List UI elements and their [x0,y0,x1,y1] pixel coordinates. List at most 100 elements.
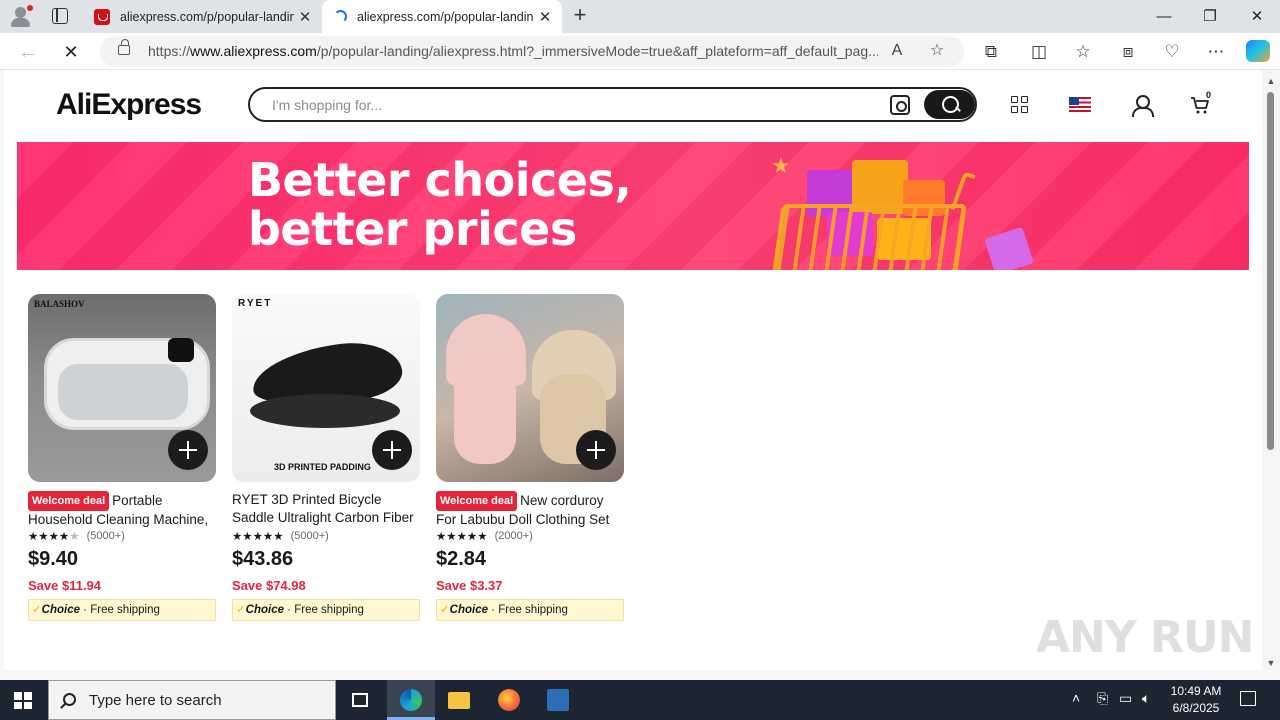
shopping-cart-gifts-illustration: ★ [757,152,1057,270]
add-to-cart-button[interactable] [372,430,412,470]
stop-loading-button[interactable]: ✕ [58,39,84,65]
notifications-icon[interactable] [1240,691,1256,706]
page-viewport: AliExpress 0 Better choices,better price… [4,70,1262,670]
tab-actions-icon[interactable] [52,8,68,24]
search-input[interactable] [272,95,852,115]
usb-icon[interactable]: ⎘ [1097,690,1108,707]
read-aloud-icon[interactable]: A [886,40,908,62]
taskbar-search-box[interactable]: Type here to search [48,680,336,720]
system-clock[interactable]: 10:49 AM 6/8/2025 [1160,683,1232,717]
collections-icon[interactable]: ⧈ [1115,39,1141,65]
volume-icon[interactable]: 🔈︎ [1142,690,1150,707]
copilot-icon[interactable] [1246,40,1270,62]
search-bar [248,87,977,122]
tab-close-icon[interactable]: ✕ [294,8,316,26]
tab-title: aliexpress.com/p/popular-landing [120,9,294,24]
rating-stars-icon: ★★★★★ [436,531,488,543]
add-to-cart-button[interactable] [576,430,616,470]
promo-banner[interactable]: Better choices, better prices ★ [17,142,1249,270]
search-icon [63,693,76,706]
extensions-icon[interactable]: ⧉ [978,39,1004,65]
tab-title: aliexpress.com/p/popular-landing [357,9,534,24]
loading-spinner-icon [334,10,347,23]
more-menu-icon[interactable]: ⋯ [1203,39,1229,65]
aliexpress-favicon-icon [94,8,110,25]
choice-shipping-tag: ✓Choice · Free shipping [28,599,216,621]
product-image-caption: 3D PRINTED PADDING [274,462,371,472]
product-card[interactable]: Welcome deal New corduroy For Labubu Doll… [436,294,624,621]
browser-tab-2[interactable]: aliexpress.com/p/popular-landing ✕ [322,0,562,33]
add-to-cart-button[interactable] [168,430,208,470]
welcome-deal-badge: Welcome deal [436,491,518,511]
scrollbar-thumb[interactable] [1267,92,1274,450]
choice-shipping-tag: ✓Choice · Free shipping [436,599,624,621]
new-tab-button[interactable]: + [568,3,592,29]
product-savings: Save $74.98 [232,578,306,593]
check-icon: ✓ [440,604,450,616]
product-price: $43.86 [232,548,294,570]
product-title[interactable]: Welcome deal Portable Household Cleaning … [28,491,216,527]
taskbar-firefox[interactable] [485,680,533,720]
product-price: $2.84 [436,548,487,570]
product-rating: ★★★★★ (2000+) [436,530,533,543]
tab-close-icon[interactable]: ✕ [534,8,556,26]
windows-start-button[interactable] [14,692,32,709]
taskbar-keepass[interactable] [534,680,582,720]
page-scrollbar[interactable]: ▲ ▼ [1262,70,1280,670]
product-image[interactable]: BALASHOV [28,294,216,482]
task-view-button[interactable] [336,680,384,720]
account-icon[interactable] [1132,95,1154,117]
us-flag-icon[interactable] [1069,97,1091,112]
rating-stars-icon: ★★★★★ [28,531,80,543]
restore-button[interactable]: ❐ [1187,0,1233,33]
product-rating: ★★★★★ (5000+) [28,530,125,543]
product-brand-text: RYET [238,298,273,309]
browser-essentials-icon[interactable]: ♡ [1159,39,1185,65]
show-hidden-icons-button[interactable]: ˄ [1072,690,1080,706]
product-title[interactable]: Welcome deal New corduroy For Labubu Doll… [436,491,624,527]
product-card[interactable]: BALASHOV Welcome deal Portable Household … [28,294,216,621]
product-image[interactable]: RYET 3D PRINTED PADDING [232,294,420,482]
scroll-up-arrow-icon[interactable]: ▲ [1266,76,1276,86]
address-bar[interactable]: https://www.aliexpress.com/p/popular-lan… [100,36,964,67]
firefox-icon [498,689,520,711]
check-icon: ✓ [236,604,246,616]
close-window-button[interactable]: ✕ [1234,0,1280,33]
network-icon[interactable]: ▭ [1119,690,1132,707]
image-search-icon[interactable] [890,95,910,115]
check-icon: ✓ [32,604,42,616]
clock-time: 10:49 AM [1170,684,1222,698]
favorites-icon[interactable]: ☆ [1070,39,1096,65]
aliexpress-logo[interactable]: AliExpress [56,88,202,122]
edge-icon [400,689,422,711]
categories-icon[interactable] [1011,96,1029,114]
product-card[interactable]: RYET 3D PRINTED PADDING RYET 3D Printed … [232,294,420,621]
url-text[interactable]: https://www.aliexpress.com/p/popular-lan… [148,43,878,59]
browser-tab-strip: aliexpress.com/p/popular-landing ✕ aliex… [0,0,1280,33]
lock-icon[interactable] [118,39,130,55]
keepass-icon [547,689,569,711]
choice-shipping-tag: ✓Choice · Free shipping [232,599,420,621]
product-image[interactable] [436,294,624,482]
product-savings: Save $3.37 [436,578,503,593]
minimize-button[interactable]: — [1141,0,1187,33]
product-rating: ★★★★★ (5000+) [232,530,329,543]
split-screen-icon[interactable]: ◫ [1026,39,1052,65]
back-button[interactable]: ← [15,39,41,65]
browser-tab-1[interactable]: aliexpress.com/p/popular-landing ✕ [84,0,322,33]
profile-icon[interactable] [8,4,34,28]
scroll-down-arrow-icon[interactable]: ▼ [1266,658,1276,668]
taskbar-edge[interactable] [387,680,435,720]
favorite-star-icon[interactable]: ☆ [926,40,948,62]
taskbar-file-explorer[interactable] [435,680,483,720]
anyrun-watermark: ANY RUN [1036,612,1254,663]
windows-taskbar: Type here to search ˄ ⎘ ▭ 🔈︎ 10:49 AM 6/… [0,680,1280,720]
product-title[interactable]: RYET 3D Printed Bicycle Saddle Ultraligh… [232,491,420,527]
product-brand-text: BALASHOV [34,299,85,309]
taskbar-search-text: Type here to search [89,692,222,709]
product-savings: Save $11.94 [28,578,102,593]
search-button[interactable] [924,90,975,119]
clock-date: 6/8/2025 [1172,701,1220,715]
rating-stars-icon: ★★★★★ [232,531,284,543]
task-view-icon [352,693,368,707]
